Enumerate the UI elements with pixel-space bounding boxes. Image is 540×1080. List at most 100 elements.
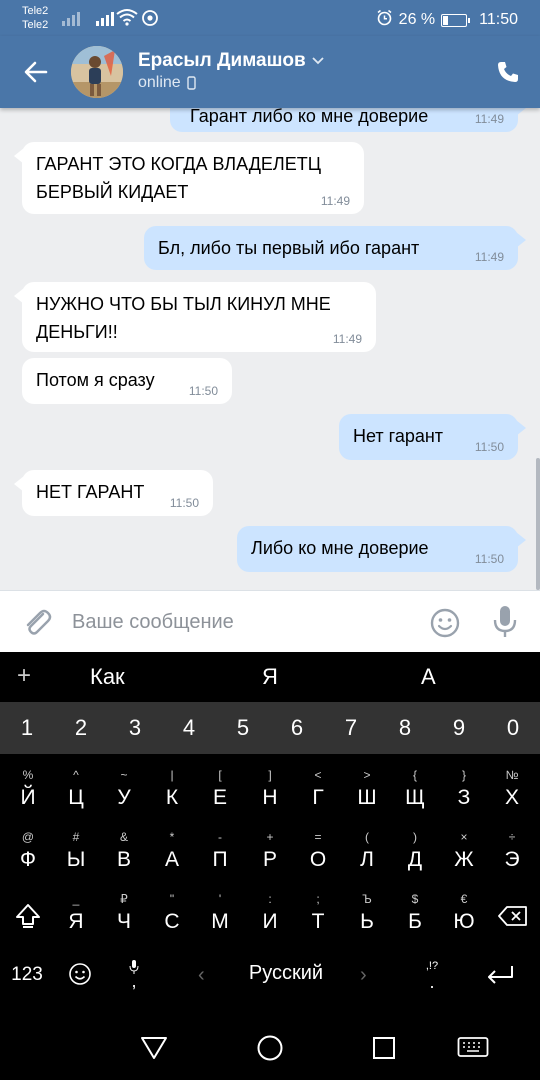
message-outgoing[interactable]: Либо ко мне доверие 11:50 <box>237 526 526 572</box>
signal-icon <box>96 10 114 26</box>
key-8[interactable]: 8 <box>378 702 432 754</box>
status-time: 11:50 <box>479 11 518 28</box>
message-time: 11:49 <box>332 332 362 346</box>
letter-key[interactable]: ÷ Э <box>492 824 532 884</box>
key-6[interactable]: 6 <box>270 702 324 754</box>
paperclip-icon <box>26 609 52 635</box>
enter-icon <box>488 966 513 984</box>
letter-key[interactable]: ] Н <box>250 762 290 822</box>
letter-key[interactable]: :И <box>250 886 290 946</box>
letter-key[interactable]: ) Д <box>395 824 435 884</box>
carrier-labels: Tele2 Tele2 <box>22 4 48 32</box>
letter-key[interactable]: (Л <box>347 824 387 884</box>
back-button[interactable] <box>16 54 56 90</box>
letter-key[interactable]: | К <box>152 762 192 822</box>
letter-key[interactable]: ЪЬ <box>347 886 387 946</box>
key-2[interactable]: 2 <box>54 702 108 754</box>
comma-key-label: , <box>131 971 137 991</box>
letter-key[interactable]: ; Т <box>298 886 338 946</box>
scrollbar[interactable] <box>536 458 540 590</box>
letter-key[interactable]: > Ш <box>347 762 387 822</box>
keyboard: + Как Я А 1 2 3 4 5 6 7 8 9 0 % Й ^ Ц ~ У |… <box>0 652 540 1012</box>
key-0[interactable]: 0 <box>486 702 540 754</box>
letter-key[interactable]: $ Б <box>395 886 435 946</box>
shift-key[interactable] <box>10 898 46 934</box>
backspace-key[interactable] <box>494 898 532 934</box>
mobile-icon <box>187 76 196 90</box>
nav-home-button[interactable] <box>254 1032 286 1064</box>
battery-icon <box>441 13 471 27</box>
plus-icon[interactable]: + <box>12 662 36 690</box>
letter-key[interactable]: } З <box>444 762 484 822</box>
suggestion-2[interactable]: Я <box>262 664 278 690</box>
letter-key[interactable]: € Ю <box>444 886 484 946</box>
message-input[interactable] <box>72 603 412 641</box>
signal-icon <box>62 10 80 26</box>
enter-key[interactable] <box>482 958 518 990</box>
space-key[interactable]: Русский <box>226 962 346 985</box>
letter-key[interactable]: ₽ Ч <box>104 886 144 946</box>
letter-key[interactable]: # Ы <box>56 824 96 884</box>
message-outgoing[interactable]: Бл, либо ты первый ибо гарант 11:49 <box>144 226 526 270</box>
letter-key[interactable]: < Г <box>298 762 338 822</box>
message-incoming[interactable]: НУЖНО ЧТО БЫ ТЫЛ КИНУЛ МНЕ ДЕНЬГИ!! 11:4… <box>14 282 376 352</box>
key-5[interactable]: 5 <box>216 702 270 754</box>
message-incoming[interactable]: Потом я сразу 11:50 <box>22 358 232 404</box>
key-1[interactable]: 1 <box>0 702 54 754</box>
message-incoming[interactable]: НЕТ ГАРАНТ 11:50 <box>14 470 213 516</box>
nav-keyboard-button[interactable] <box>456 1032 490 1064</box>
key-4[interactable]: 4 <box>162 702 216 754</box>
contact-name: Ерасыл Димашов <box>138 50 306 71</box>
letter-key[interactable]: × Ж <box>444 824 484 884</box>
letter-key[interactable]: + Р <box>250 824 290 884</box>
letter-key[interactable]: {Щ <box>395 762 435 822</box>
letter-key[interactable]: _ Я <box>56 886 96 946</box>
nav-back-button[interactable] <box>138 1032 170 1064</box>
message-outgoing[interactable]: Гарант либо ко мне доверие 11:49 <box>170 108 526 132</box>
letter-key[interactable]: @ Ф <box>8 824 48 884</box>
letter-key[interactable]: & В <box>104 824 144 884</box>
letter-key[interactable]: = О <box>298 824 338 884</box>
contact-status-row: online <box>138 74 196 92</box>
call-button[interactable] <box>492 56 524 88</box>
letter-key[interactable]: ~ У <box>104 762 144 822</box>
status-bar: Tele2 Tele2 26 % 11:50 <box>0 0 540 36</box>
letter-key[interactable]: * А <box>152 824 192 884</box>
emoji-key[interactable] <box>66 960 94 988</box>
shift-icon <box>16 904 40 928</box>
chevron-right-icon: › <box>360 964 367 986</box>
attach-button[interactable] <box>20 605 54 639</box>
letter-key[interactable]: " С <box>152 886 192 946</box>
message-time: 11:49 <box>320 194 350 208</box>
battery-percent: 26 % <box>398 11 436 28</box>
avatar[interactable] <box>71 46 123 98</box>
suggestion-1[interactable]: Как <box>90 664 125 690</box>
message-incoming[interactable]: ГАРАНТ ЭТО КОГДА ВЛАДЕЛЕТЦ БЕРВЫЙ КИДАЕТ… <box>14 142 364 214</box>
voice-input-key[interactable]: , <box>118 952 150 996</box>
letter-key[interactable]: [Е <box>200 762 240 822</box>
key-9[interactable]: 9 <box>432 702 486 754</box>
punctuation-key[interactable]: ,!? . <box>418 954 446 994</box>
key-3[interactable]: 3 <box>108 702 162 754</box>
system-nav-bar <box>0 1012 540 1080</box>
contact-name-row[interactable]: Ерасыл Димашов <box>138 50 324 72</box>
message-outgoing[interactable]: Нет гарант 11:50 <box>339 414 526 460</box>
letter-key[interactable]: -П <box>200 824 240 884</box>
letter-key[interactable]: ' М <box>200 886 240 946</box>
phone-icon <box>498 62 518 82</box>
back-triangle-icon <box>141 1037 167 1059</box>
message-list[interactable]: Гарант либо ко мне доверие 11:49 ГАРАНТ … <box>0 108 540 590</box>
voice-message-button[interactable] <box>490 604 520 640</box>
carrier-1: Tele2 <box>22 5 49 17</box>
letter-key[interactable]: № Х <box>492 762 532 822</box>
numeric-mode-key[interactable]: 123 <box>6 958 48 992</box>
wifi-icon <box>116 8 138 30</box>
nav-recents-button[interactable] <box>368 1032 400 1064</box>
letter-key[interactable]: ^ Ц <box>56 762 96 822</box>
letter-key[interactable]: % Й <box>8 762 48 822</box>
emoji-button[interactable] <box>428 606 462 640</box>
letter-row-2: @ Ф # Ы & В * А -П + Р = О (Л ) Д × Ж ÷ Э <box>0 824 540 888</box>
suggestion-3[interactable]: А <box>421 664 436 690</box>
key-7[interactable]: 7 <box>324 702 378 754</box>
chevron-left-icon: ‹ <box>198 964 205 986</box>
